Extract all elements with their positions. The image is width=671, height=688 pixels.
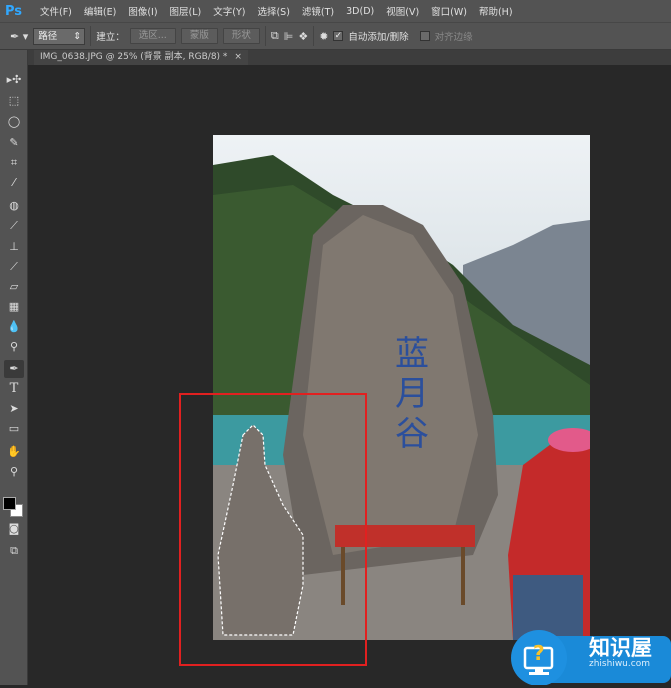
selection-button[interactable]: 选区... xyxy=(129,28,176,44)
mode-select[interactable]: 路径 ⇕ xyxy=(33,27,86,45)
build-label: 建立： xyxy=(96,32,125,43)
menu-bar: Ps 文件(F) 编辑(E) 图像(I) 图层(L) 文字(Y) 选择(S) 滤… xyxy=(0,0,671,22)
document-tab[interactable]: IMG_0638.JPG @ 25% (背景 副本, RGB/8) * × xyxy=(34,50,248,65)
zoom-icon[interactable]: ⚲ xyxy=(4,463,24,481)
crop-icon[interactable]: ⌗ xyxy=(4,154,24,172)
divider xyxy=(90,26,92,46)
watermark-logo: ? 知识屋 zhishiwu.com xyxy=(497,612,671,686)
rectangle-icon[interactable]: ▭ xyxy=(4,420,24,438)
eraser-icon[interactable]: ▱ xyxy=(4,278,24,296)
menu-layer[interactable]: 图层(L) xyxy=(164,4,208,18)
align-edges-checkbox[interactable] xyxy=(419,31,430,41)
highlight-rectangle xyxy=(179,393,367,666)
menu-file[interactable]: 文件(F) xyxy=(34,4,78,18)
screen-mode-icon[interactable]: ⧉ xyxy=(4,542,24,560)
mode-value: 路径 xyxy=(38,30,58,42)
menu-type[interactable]: 文字(Y) xyxy=(207,4,251,18)
pen-tool-icon[interactable]: ✒ xyxy=(4,360,24,378)
auto-add-checkbox[interactable]: ✓ xyxy=(333,31,344,41)
align-edges-label: 对齐边缘 xyxy=(434,32,473,43)
watermark-url: zhishiwu.com xyxy=(589,659,650,669)
dodge-icon[interactable]: ⚲ xyxy=(4,338,24,356)
close-icon[interactable]: × xyxy=(234,52,242,62)
tab-title: IMG_0638.JPG @ 25% (背景 副本, RGB/8) * xyxy=(40,52,228,62)
quick-mask-icon[interactable]: ◙ xyxy=(4,520,24,538)
menu-image[interactable]: 图像(I) xyxy=(122,4,163,18)
shape-button[interactable]: 形状 xyxy=(222,28,260,44)
mask-button[interactable]: 蒙版 xyxy=(180,28,218,44)
gradient-icon[interactable]: ▦ xyxy=(4,298,24,316)
path-operations-icon[interactable]: ⧉ xyxy=(271,29,279,43)
marquee-icon[interactable]: ⬚ xyxy=(4,92,24,110)
gear-icon[interactable]: ✹ xyxy=(319,30,328,43)
ps-logo: Ps xyxy=(5,3,23,19)
svg-text:?: ? xyxy=(533,641,545,665)
quick-select-icon[interactable]: ✎ xyxy=(4,134,24,152)
path-select-icon[interactable]: ➤ xyxy=(4,400,24,418)
menu-3d[interactable]: 3D(D) xyxy=(340,6,380,17)
menu-select[interactable]: 选择(S) xyxy=(251,4,295,18)
menu-help[interactable]: 帮助(H) xyxy=(473,4,519,18)
eyedropper-icon[interactable]: ⁄ xyxy=(4,174,24,192)
path-arrangement-icon[interactable]: ❖ xyxy=(298,30,308,43)
history-brush-icon[interactable]: ⟋ xyxy=(4,258,24,276)
divider xyxy=(313,26,315,46)
auto-add-label: 自动添加/删除 xyxy=(348,32,409,43)
foreground-color-swatch[interactable] xyxy=(3,497,16,510)
menu-view[interactable]: 视图(V) xyxy=(380,4,425,18)
carved-text: 谷 xyxy=(395,414,429,454)
menu-window[interactable]: 窗口(W) xyxy=(425,4,473,18)
options-bar: ✒ ▾ 路径 ⇕ 建立： 选区... 蒙版 形状 ⧉ ⊫ ❖ ✹ ✓ 自动添加/… xyxy=(0,22,671,50)
pen-icon[interactable]: ✒ ▾ xyxy=(10,30,28,43)
divider xyxy=(264,26,266,46)
watermark-name: 知识屋 xyxy=(589,636,652,660)
brush-icon[interactable]: ⟋ xyxy=(4,217,24,235)
blur-icon[interactable]: 💧 xyxy=(4,318,24,336)
move-icon[interactable]: ▸✣ xyxy=(4,71,24,89)
document-tab-bar: IMG_0638.JPG @ 25% (背景 副本, RGB/8) * × xyxy=(28,50,671,65)
menu-filter[interactable]: 滤镜(T) xyxy=(296,4,340,18)
toolbar: ▸✣ ⬚ ◯ ✎ ⌗ ⁄ ◍ ⟋ ⊥ ⟋ ▱ ▦ 💧 ⚲ ✒ T ➤ ▭ ✋ ⚲… xyxy=(0,50,28,685)
healing-icon[interactable]: ◍ xyxy=(4,197,24,215)
lasso-icon[interactable]: ◯ xyxy=(4,113,24,131)
carved-text: 月 xyxy=(395,374,429,414)
menu-edit[interactable]: 编辑(E) xyxy=(78,4,122,18)
path-alignment-icon[interactable]: ⊫ xyxy=(284,30,294,43)
carved-text: 蓝 xyxy=(395,334,429,374)
stamp-icon[interactable]: ⊥ xyxy=(4,238,24,256)
type-icon[interactable]: T xyxy=(4,380,24,398)
hand-icon[interactable]: ✋ xyxy=(4,443,24,461)
